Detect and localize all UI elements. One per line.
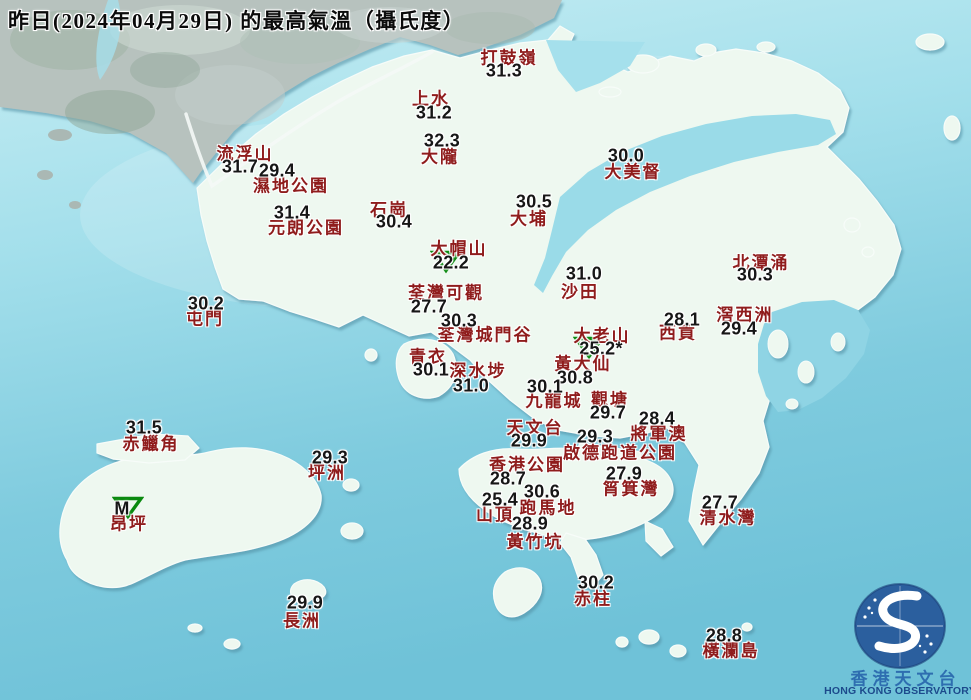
hko-logo-name-en: HONG KONG OBSERVATORY — [824, 685, 971, 697]
station-value: 30.4 — [375, 211, 413, 232]
hko-logo-icon — [854, 583, 946, 669]
station-value: 27.7 — [701, 492, 739, 513]
station-value: 30.0 — [607, 145, 645, 166]
station-value: 30.1 — [412, 359, 450, 380]
station-value: 31.4 — [273, 202, 311, 223]
station-value: 30.5 — [515, 191, 553, 212]
station-value: 28.1 — [663, 309, 701, 330]
station-value: 28.4 — [638, 408, 676, 429]
station-value: 28.7 — [489, 468, 527, 489]
station-value: M — [114, 498, 130, 519]
station-value: 29.4 — [720, 318, 758, 339]
station-value: 28.9 — [511, 513, 549, 534]
station-value: 31.5 — [125, 417, 163, 438]
station-value: 31.3 — [485, 60, 523, 81]
stations-layer: 打鼓嶺 31.3 上水 31.2 大隴 32.3 流浮山 31.7 濕地公園 2… — [0, 0, 971, 700]
station-value: 30.3 — [736, 264, 774, 285]
station-value: 30.6 — [523, 481, 561, 502]
station-value: 30.3 — [440, 310, 478, 331]
station-value: 31.0 — [452, 375, 490, 396]
station-value: 29.3 — [576, 426, 614, 447]
max-temperature-map: 昨日(2024年04月29日) 的最高氣溫（攝氏度） 打鼓嶺 31.3 上水 3… — [0, 0, 971, 700]
station-value: 32.3 — [423, 130, 461, 151]
station-value: 29.9 — [286, 592, 324, 613]
station-value: 25.4 — [481, 489, 519, 510]
station-value: 31.0 — [565, 263, 603, 284]
station-value: 30.1 — [526, 376, 564, 397]
station-value: 29.4 — [258, 160, 296, 181]
station-value: 29.7 — [589, 402, 627, 423]
station-value: 29.9 — [510, 430, 548, 451]
station-value: 28.8 — [705, 625, 743, 646]
station-value: 22.2 — [432, 252, 470, 273]
station-value: 31.2 — [415, 102, 453, 123]
station-value: 27.9 — [605, 463, 643, 484]
station-value: 30.2 — [577, 572, 615, 593]
station-value: 29.3 — [311, 447, 349, 468]
station-value: 30.2 — [187, 293, 225, 314]
